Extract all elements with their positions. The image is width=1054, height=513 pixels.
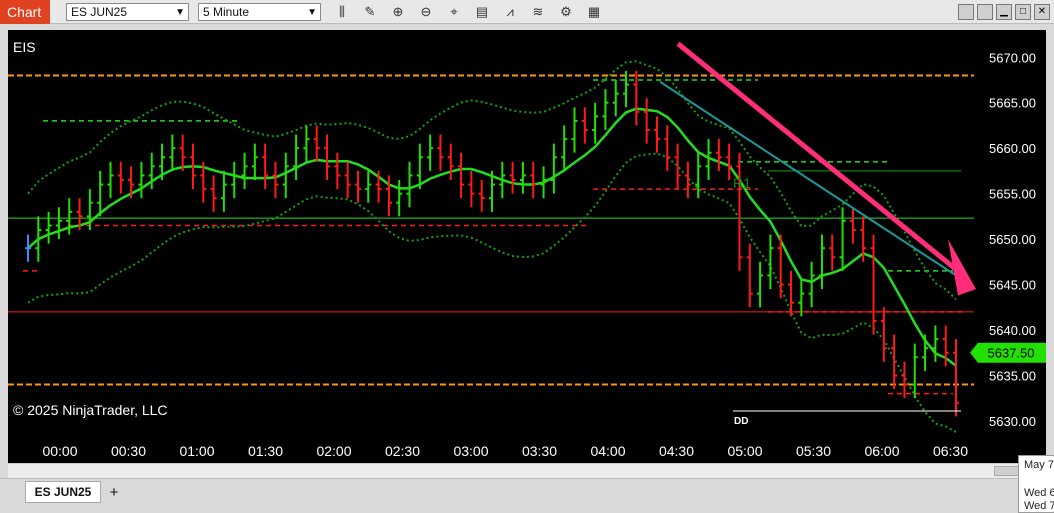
close-button[interactable]: ✕ bbox=[1034, 4, 1050, 20]
window-link-button[interactable] bbox=[977, 4, 993, 20]
data-box-icon[interactable]: ▦ bbox=[584, 2, 604, 22]
maximize-button[interactable]: □ bbox=[1015, 4, 1031, 20]
chart-canvas[interactable]: 5670.00 5665.00 5660.00 5655.00 5650.00 5645.… bbox=[8, 30, 1046, 463]
tooltip-line: Wed 6 bbox=[1024, 487, 1054, 499]
y-tick-label: 5645.00 bbox=[989, 278, 1036, 293]
chart-toolbar: Chart ES JUN25 ▼ 5 Minute ▼ ⫼ ✎ ⊕ ⊖ ⌖ ▤ ⩘ ≋ ⚙ ▦ ▁… bbox=[0, 0, 1054, 24]
ema-line bbox=[27, 107, 957, 367]
dd-annotation: DD bbox=[734, 416, 748, 427]
y-tick-label: 5650.00 bbox=[989, 232, 1036, 247]
copyright-text: © 2025 NinjaTrader, LLC bbox=[13, 402, 168, 418]
interval-selector-value: 5 Minute bbox=[203, 5, 250, 19]
trend-line bbox=[659, 80, 964, 281]
instrument-selector-value: ES JUN25 bbox=[71, 5, 128, 19]
tooltip-line: May 7 bbox=[1024, 459, 1054, 471]
chart-window-label: Chart bbox=[0, 0, 50, 24]
y-tick-label: 5660.00 bbox=[989, 141, 1036, 156]
interval-selector[interactable]: 5 Minute ▼ bbox=[198, 3, 321, 21]
x-tick-label: 00:30 bbox=[111, 443, 146, 459]
x-tick-label: 04:00 bbox=[590, 443, 625, 459]
x-tick-label: 03:00 bbox=[453, 443, 488, 459]
chart-instrument-label: EIS bbox=[13, 39, 36, 55]
minimize-button[interactable]: ▁ bbox=[996, 4, 1012, 20]
add-tab-button[interactable]: + bbox=[104, 485, 124, 501]
strategies-icon[interactable]: ≋ bbox=[528, 2, 548, 22]
x-tick-label: 02:00 bbox=[316, 443, 351, 459]
tooltip-line: Wed 7 bbox=[1024, 500, 1054, 512]
zoom-out-icon[interactable]: ⊖ bbox=[416, 2, 436, 22]
tab-es-jun25[interactable]: ES JUN25 bbox=[25, 481, 101, 503]
x-tick-label: 01:30 bbox=[248, 443, 283, 459]
x-tick-label: 06:30 bbox=[933, 443, 968, 459]
x-tick-label: 00:00 bbox=[42, 443, 77, 459]
x-tick-label: 02:30 bbox=[385, 443, 420, 459]
zoom-in-icon[interactable]: ⊕ bbox=[388, 2, 408, 22]
x-tick-label: 03:30 bbox=[522, 443, 557, 459]
x-tick-label: 05:30 bbox=[796, 443, 831, 459]
y-tick-label: 5665.00 bbox=[989, 96, 1036, 111]
date-tooltip: May 7 Wed 6 Wed 7 bbox=[1018, 455, 1054, 513]
draw-pencil-icon[interactable]: ✎ bbox=[360, 2, 380, 22]
instrument-selector[interactable]: ES JUN25 ▼ bbox=[66, 3, 189, 21]
tab-bar: ES JUN25 + bbox=[0, 478, 1054, 513]
x-tick-label: 01:00 bbox=[179, 443, 214, 459]
x-tick-label: 06:00 bbox=[864, 443, 899, 459]
bars-type-icon[interactable]: ⫼ bbox=[332, 2, 352, 22]
properties-icon[interactable]: ⚙ bbox=[556, 2, 576, 22]
y-tick-label: 5640.00 bbox=[989, 323, 1036, 338]
last-price-label: 5637.50 bbox=[988, 346, 1035, 361]
templates-icon[interactable]: ▤ bbox=[472, 2, 492, 22]
window-options-button[interactable] bbox=[958, 4, 974, 20]
y-tick-label: 5655.00 bbox=[989, 187, 1036, 202]
y-tick-label: 5670.00 bbox=[989, 50, 1036, 65]
y-tick-label: 5635.00 bbox=[989, 368, 1036, 383]
chevron-down-icon: ▼ bbox=[307, 7, 317, 18]
chevron-down-icon: ▼ bbox=[175, 7, 185, 18]
horizontal-scrollbar[interactable] bbox=[8, 463, 1046, 478]
indicators-icon[interactable]: ⩘ bbox=[500, 2, 520, 22]
y-tick-label: 5630.00 bbox=[989, 414, 1036, 429]
price-chart[interactable]: 5670.00 5665.00 5660.00 5655.00 5650.00 5645.… bbox=[8, 30, 1046, 463]
crosshair-icon[interactable]: ⌖ bbox=[444, 2, 464, 22]
x-tick-label: 05:00 bbox=[727, 443, 762, 459]
r1-annotation: R1 bbox=[733, 175, 751, 191]
x-tick-label: 04:30 bbox=[659, 443, 694, 459]
